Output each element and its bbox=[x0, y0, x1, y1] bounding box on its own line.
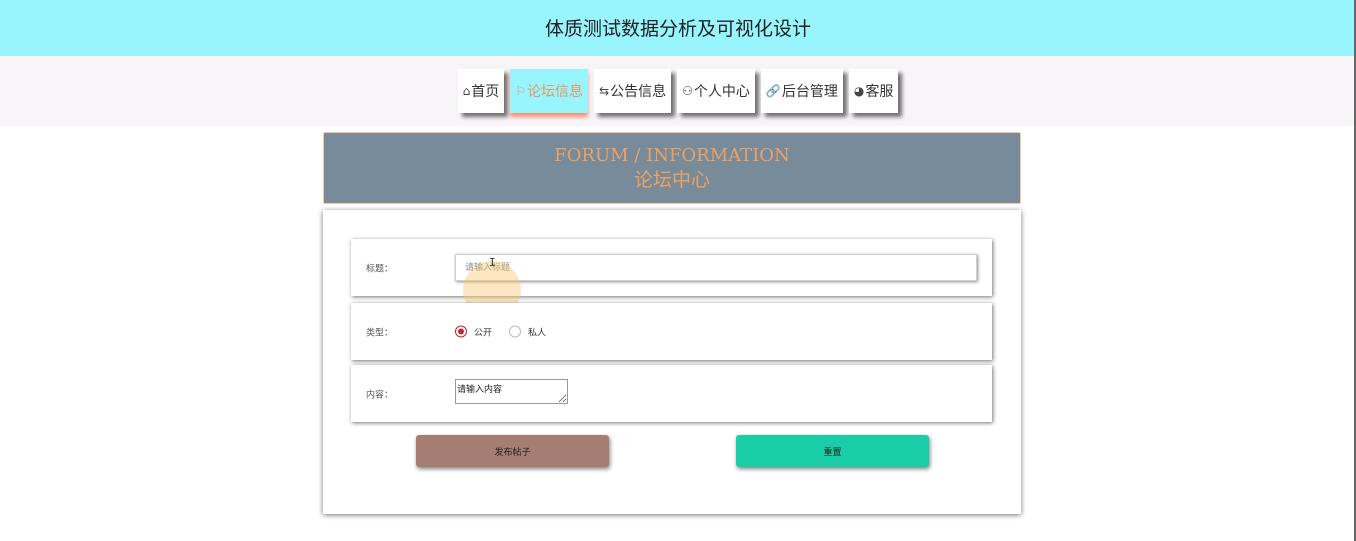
radio-public[interactable]: 公开 bbox=[455, 325, 492, 338]
site-title: 体质测试数据分析及可视化设计 bbox=[544, 17, 811, 40]
radio-label: 私人 bbox=[528, 328, 547, 338]
banner-title-cn: 论坛中心 bbox=[633, 169, 710, 191]
support-icon: ◕ bbox=[853, 84, 865, 98]
content-textarea[interactable]: 请输入内容 bbox=[455, 379, 568, 404]
page: 体质测试数据分析及可视化设计 ⌂ 首页 ⚐ 论坛信息 ⇆ 公告信息 ⚇ 个人中心… bbox=[0, 0, 1356, 541]
content-row: 内容： 请输入内容 bbox=[351, 365, 992, 422]
post-form: 标题： I 类型： 公开 私人 内容： 请输入内容 发布帖子 重置 bbox=[323, 210, 1021, 514]
forum-banner: FORUM / INFORMATION 论坛中心 bbox=[323, 132, 1021, 204]
link-icon: 🔗 bbox=[765, 84, 781, 98]
nav-item-label: 后台管理 bbox=[781, 84, 838, 100]
nav-bar: ⌂ 首页 ⚐ 论坛信息 ⇆ 公告信息 ⚇ 个人中心 🔗 后台管理 ◕ 客服 bbox=[0, 56, 1356, 126]
megaphone-icon: ⇆ bbox=[599, 84, 610, 98]
radio-private[interactable]: 私人 bbox=[509, 325, 546, 338]
content-label: 内容： bbox=[366, 390, 394, 400]
title-input[interactable] bbox=[455, 254, 977, 281]
type-radio-group: 公开 私人 bbox=[455, 325, 563, 338]
user-icon: ⚇ bbox=[682, 84, 693, 98]
nav-item-label: 公告信息 bbox=[610, 84, 667, 100]
nav-item-forum[interactable]: ⚐ 论坛信息 bbox=[510, 69, 589, 113]
nav-item-home[interactable]: ⌂ 首页 bbox=[457, 69, 505, 113]
radio-label: 公开 bbox=[474, 328, 493, 338]
radio-checked-icon[interactable] bbox=[455, 325, 467, 338]
publish-button[interactable]: 发布帖子 bbox=[416, 435, 609, 467]
home-icon: ⌂ bbox=[462, 84, 471, 98]
type-label: 类型： bbox=[366, 328, 394, 338]
radio-unchecked-icon[interactable] bbox=[509, 325, 522, 338]
site-header: 体质测试数据分析及可视化设计 bbox=[0, 0, 1356, 56]
nav-item-admin[interactable]: 🔗 后台管理 bbox=[760, 69, 843, 113]
type-row: 类型： 公开 私人 bbox=[351, 303, 992, 360]
nav-item-label: 首页 bbox=[471, 84, 500, 100]
flag-icon: ⚐ bbox=[515, 84, 527, 98]
title-label: 标题： bbox=[366, 264, 394, 274]
title-row: 标题： I bbox=[351, 239, 992, 319]
reset-button[interactable]: 重置 bbox=[736, 435, 929, 467]
nav-item-support[interactable]: ◕ 客服 bbox=[848, 69, 899, 113]
nav-item-label: 论坛信息 bbox=[527, 84, 584, 100]
nav-menu: ⌂ 首页 ⚐ 论坛信息 ⇆ 公告信息 ⚇ 个人中心 🔗 后台管理 ◕ 客服 bbox=[0, 69, 1356, 113]
nav-item-notice[interactable]: ⇆ 公告信息 bbox=[594, 69, 672, 113]
nav-item-profile[interactable]: ⚇ 个人中心 bbox=[677, 69, 755, 113]
banner-title-en: FORUM / INFORMATION bbox=[554, 145, 790, 166]
nav-item-label: 个人中心 bbox=[693, 84, 750, 100]
nav-item-label: 客服 bbox=[865, 84, 894, 100]
